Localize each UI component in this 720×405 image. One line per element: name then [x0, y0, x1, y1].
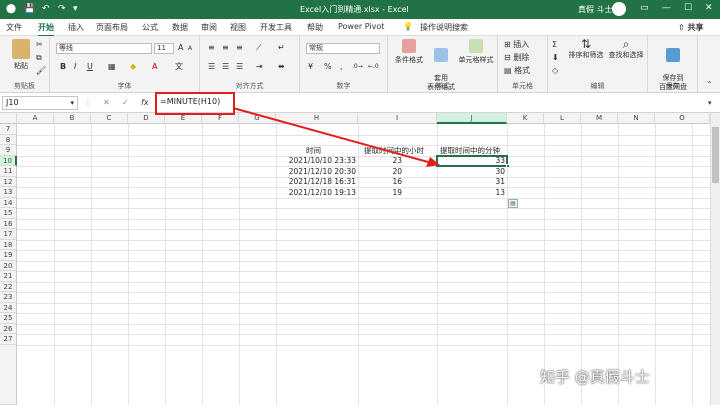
watermark: 知乎 @真假斗士 — [540, 368, 650, 386]
annotation-arrow-head — [426, 157, 440, 167]
annotation-arrow-line — [232, 107, 429, 163]
formula-highlight-box — [155, 92, 235, 115]
annotation-overlay — [155, 92, 440, 167]
